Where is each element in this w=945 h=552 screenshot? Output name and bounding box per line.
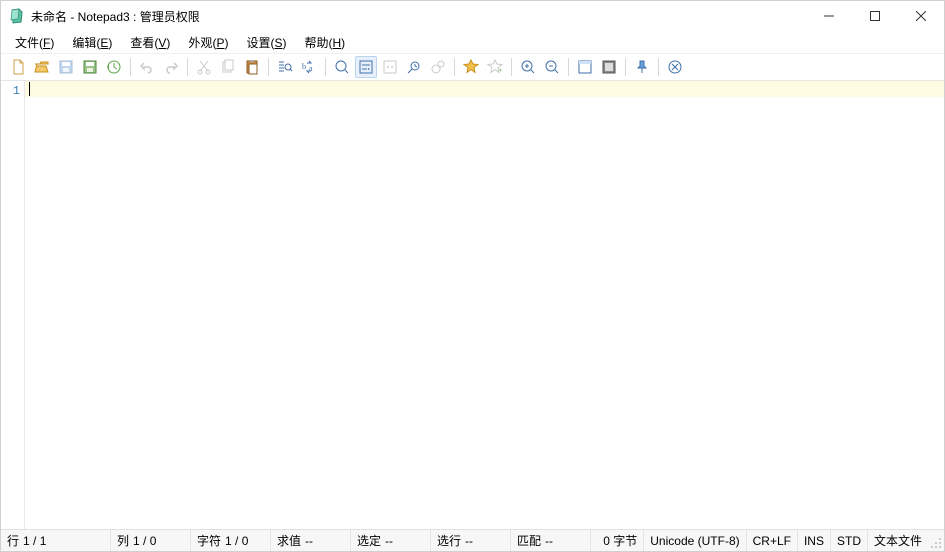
scheme-button[interactable] <box>574 56 596 78</box>
save-as-button[interactable] <box>79 56 101 78</box>
new-file-button[interactable] <box>7 56 29 78</box>
status-match[interactable]: 匹配-- <box>511 530 591 551</box>
status-line[interactable]: 行1 / 1 <box>1 530 111 551</box>
svg-text:a: a <box>309 64 313 73</box>
menubar: 文件(F) 编辑(E) 查看(V) 外观(P) 设置(S) 帮助(H) <box>1 31 944 53</box>
maximize-button[interactable] <box>852 1 898 31</box>
word-wrap-button[interactable] <box>355 56 377 78</box>
tool-icon <box>430 59 446 75</box>
whitespace-icon <box>382 59 398 75</box>
save-as-icon <box>82 59 98 75</box>
cut-icon <box>196 59 212 75</box>
toolbar-separator <box>568 58 569 76</box>
customize-button[interactable] <box>598 56 620 78</box>
svg-text:b: b <box>302 62 306 71</box>
cancel-icon <box>667 59 683 75</box>
zoom-button[interactable] <box>331 56 353 78</box>
toolbar-separator <box>268 58 269 76</box>
word-wrap-icon <box>358 59 374 75</box>
zoom-out-button[interactable] <box>541 56 563 78</box>
redo-icon <box>163 59 179 75</box>
status-eval[interactable]: 求值-- <box>271 530 351 551</box>
toolbar-separator <box>325 58 326 76</box>
app-icon <box>9 8 25 24</box>
cancel-button[interactable] <box>664 56 686 78</box>
menu-settings[interactable]: 设置(S) <box>238 32 294 53</box>
find-button[interactable] <box>274 56 296 78</box>
toggle-tool-button[interactable] <box>427 56 449 78</box>
find-icon <box>277 59 293 75</box>
goto-line-button[interactable] <box>403 56 425 78</box>
save-icon <box>58 59 74 75</box>
status-size[interactable]: 0 字节 <box>597 530 644 551</box>
scheme-icon <box>577 59 593 75</box>
zoom-in-icon <box>520 59 536 75</box>
undo-button[interactable] <box>136 56 158 78</box>
new-file-icon <box>10 59 26 75</box>
cut-button[interactable] <box>193 56 215 78</box>
toolbar-separator <box>625 58 626 76</box>
copy-icon <box>220 59 236 75</box>
zoom-in-button[interactable] <box>517 56 539 78</box>
undo-icon <box>139 59 155 75</box>
open-file-button[interactable] <box>31 56 53 78</box>
line-number-gutter: 1 <box>1 81 25 529</box>
redo-button[interactable] <box>160 56 182 78</box>
menu-help[interactable]: 帮助(H) <box>296 32 353 53</box>
toolbar-separator <box>187 58 188 76</box>
zoom-icon <box>334 59 350 75</box>
recent-icon <box>106 59 122 75</box>
titlebar: 未命名 - Notepad3 : 管理员权限 <box>1 1 944 31</box>
toggle-whitespace-button[interactable] <box>379 56 401 78</box>
statusbar: 行1 / 1 列1 / 0 字符1 / 0 求值-- 选定-- 选行-- 匹配-… <box>1 529 944 551</box>
add-favorite-button[interactable] <box>484 56 506 78</box>
replace-button[interactable]: ba <box>298 56 320 78</box>
menu-appearance[interactable]: 外观(P) <box>180 32 236 53</box>
copy-button[interactable] <box>217 56 239 78</box>
pin-icon <box>634 59 650 75</box>
zoom-out-icon <box>544 59 560 75</box>
status-filetype[interactable]: 文本文件 <box>868 530 928 551</box>
favorite-button[interactable] <box>460 56 482 78</box>
status-column[interactable]: 列1 / 0 <box>111 530 191 551</box>
status-selection[interactable]: 选定-- <box>351 530 431 551</box>
resize-grip[interactable] <box>928 530 944 551</box>
close-button[interactable] <box>898 1 944 31</box>
star-add-icon <box>487 59 503 75</box>
save-button[interactable] <box>55 56 77 78</box>
grip-icon <box>930 537 942 549</box>
status-std[interactable]: STD <box>831 530 868 551</box>
open-icon <box>34 59 50 75</box>
minimize-button[interactable] <box>806 1 852 31</box>
menu-file[interactable]: 文件(F) <box>7 32 62 53</box>
goto-icon <box>406 59 422 75</box>
toolbar-separator <box>658 58 659 76</box>
toolbar-separator <box>130 58 131 76</box>
window-title: 未命名 - Notepad3 : 管理员权限 <box>31 8 200 25</box>
menu-view[interactable]: 查看(V) <box>122 32 178 53</box>
text-content[interactable] <box>25 81 944 529</box>
menu-edit[interactable]: 编辑(E) <box>64 32 120 53</box>
toolbar-separator <box>511 58 512 76</box>
caret <box>29 82 30 96</box>
text-editor[interactable] <box>25 81 944 529</box>
toolbar: ba <box>1 53 944 81</box>
status-encoding[interactable]: Unicode (UTF-8) <box>644 530 746 551</box>
paste-button[interactable] <box>241 56 263 78</box>
customize-icon <box>601 59 617 75</box>
toolbar-separator <box>454 58 455 76</box>
status-eol[interactable]: CR+LF <box>747 530 798 551</box>
status-char[interactable]: 字符1 / 0 <box>191 530 271 551</box>
pin-button[interactable] <box>631 56 653 78</box>
editor-area: 1 <box>1 81 944 529</box>
status-insert-mode[interactable]: INS <box>798 530 831 551</box>
star-icon <box>463 59 479 75</box>
paste-icon <box>244 59 260 75</box>
replace-icon: ba <box>301 59 317 75</box>
line-number: 1 <box>1 83 20 99</box>
recent-files-button[interactable] <box>103 56 125 78</box>
status-sel-lines[interactable]: 选行-- <box>431 530 511 551</box>
